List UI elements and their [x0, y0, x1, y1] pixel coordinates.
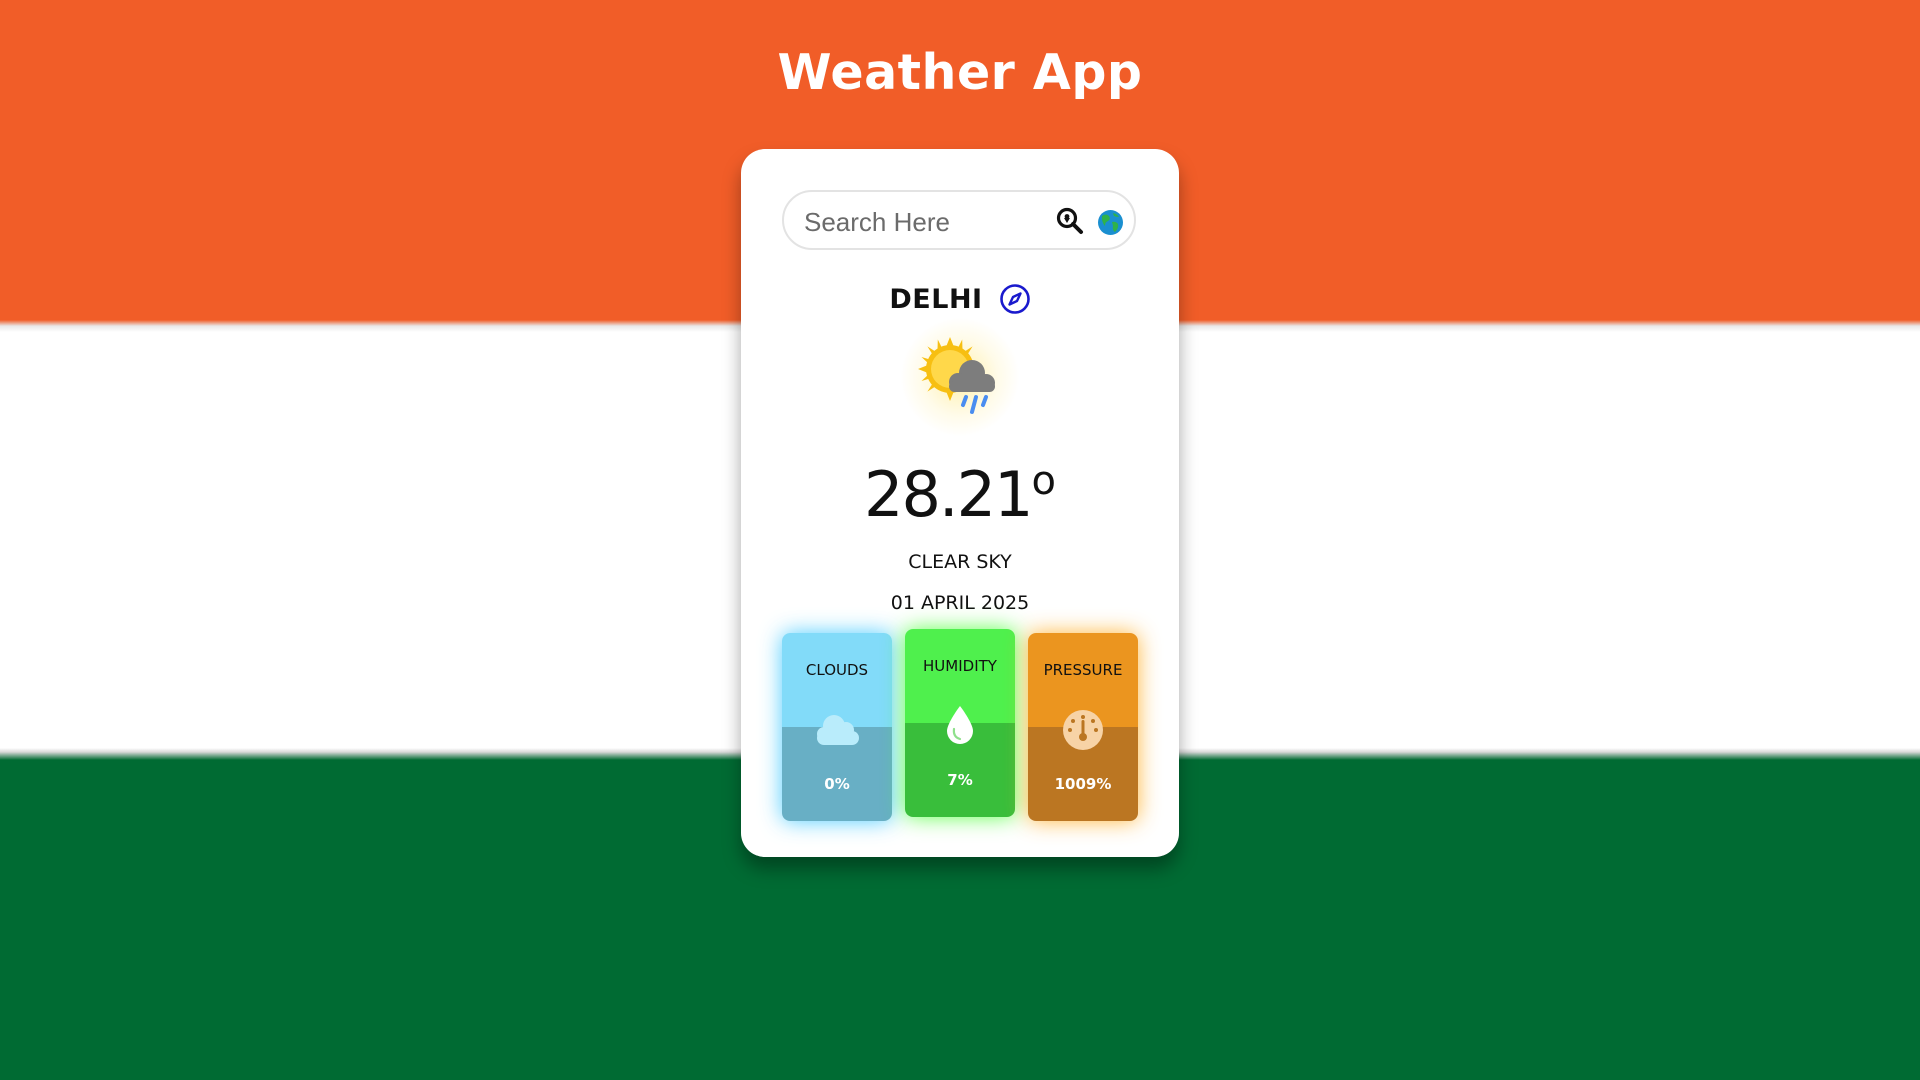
search-bar [782, 190, 1136, 250]
compass-icon[interactable] [999, 283, 1031, 315]
app-title: Weather App [777, 44, 1143, 101]
cloud-icon [817, 715, 859, 745]
location-row: DELHI [741, 279, 1179, 319]
clouds-value: 0% [824, 775, 850, 793]
humidity-label: HUMIDITY [923, 657, 997, 675]
humidity-value: 7% [947, 771, 973, 789]
weather-description: CLEAR SKY [908, 551, 1012, 573]
city-name: DELHI [889, 283, 983, 315]
search-location-icon[interactable] [1056, 207, 1084, 235]
degree-symbol: o [1031, 458, 1056, 504]
clouds-label: CLOUDS [805, 661, 869, 679]
current-date: 01 APRIL 2025 [890, 592, 1030, 614]
clouds-tile: CLOUDS 0% [782, 633, 892, 821]
pressure-label: PRESSURE [1043, 661, 1123, 679]
humidity-tile: HUMIDITY 7% [905, 629, 1015, 817]
temperature: 28.21o [741, 458, 1179, 531]
droplet-icon [947, 706, 973, 744]
pressure-value: 1009% [1054, 775, 1112, 793]
weather-icon [900, 317, 1020, 437]
pressure-tile: PRESSURE 1009% [1028, 633, 1138, 821]
search-input[interactable] [802, 204, 1046, 240]
sun-cloud-rain-icon [918, 337, 995, 414]
temperature-value: 28.21 [864, 458, 1033, 531]
weather-card: DELHI [741, 149, 1179, 857]
gauge-icon [1063, 710, 1103, 750]
globe-icon[interactable] [1097, 209, 1124, 236]
